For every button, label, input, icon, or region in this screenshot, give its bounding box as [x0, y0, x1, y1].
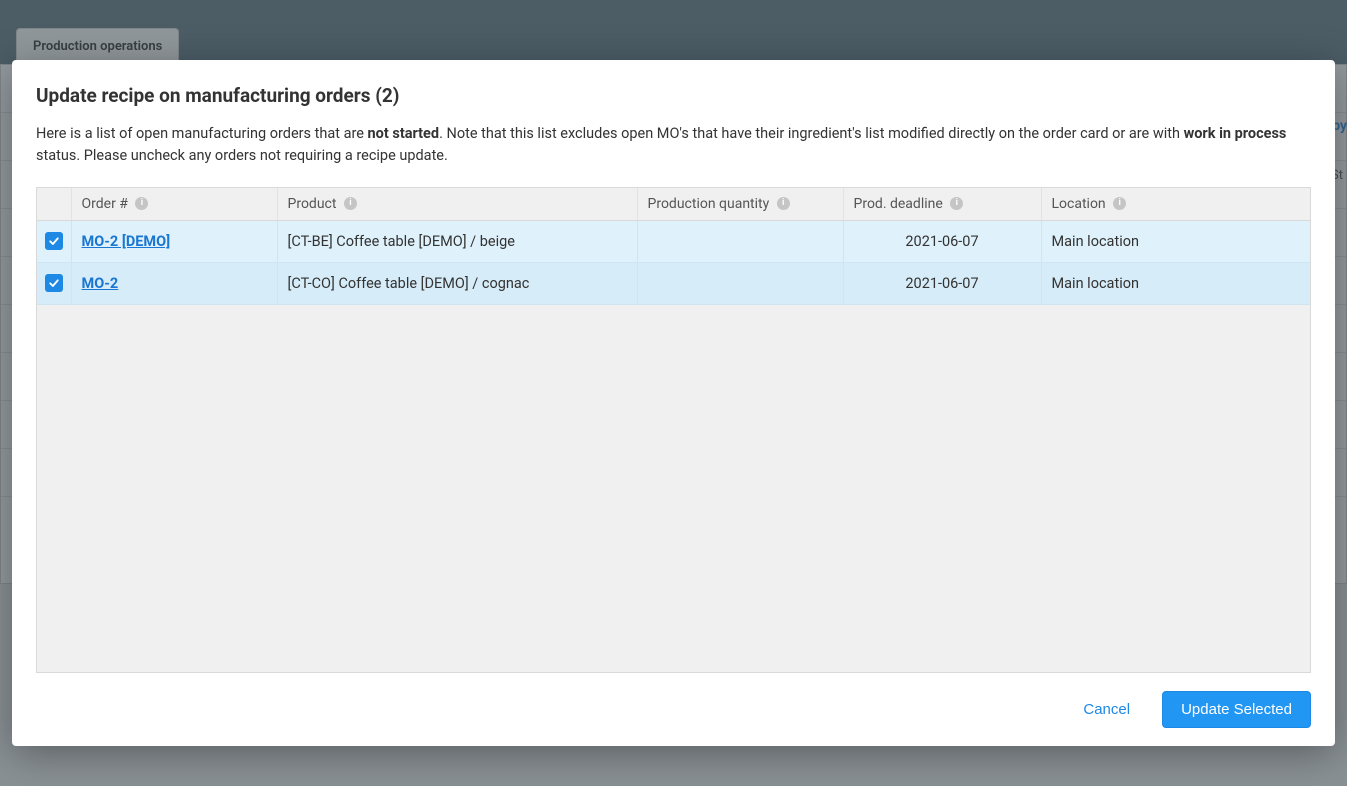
- info-icon[interactable]: i: [135, 197, 148, 210]
- row-location-cell: Main location: [1041, 220, 1310, 262]
- col-header-qty[interactable]: Production quantity i: [637, 188, 843, 221]
- table-row: MO-2 [CT-CO] Coffee table [DEMO] / cognac…: [37, 262, 1310, 304]
- row-order-cell: MO-2 [DEMO]: [71, 220, 277, 262]
- row-qty-cell: [637, 220, 843, 262]
- row-deadline-cell: 2021-06-07: [843, 220, 1041, 262]
- mo-link[interactable]: MO-2 [DEMO]: [82, 233, 171, 250]
- row-checkbox-cell: [37, 220, 71, 262]
- table-row: MO-2 [DEMO] [CT-BE] Coffee table [DEMO] /…: [37, 220, 1310, 262]
- row-qty-cell: [637, 262, 843, 304]
- update-selected-button[interactable]: Update Selected: [1162, 691, 1311, 728]
- info-icon[interactable]: i: [344, 197, 357, 210]
- row-location-cell: Main location: [1041, 262, 1310, 304]
- row-checkbox-cell: [37, 262, 71, 304]
- col-header-order[interactable]: Order # i: [71, 188, 277, 221]
- row-deadline-cell: 2021-06-07: [843, 262, 1041, 304]
- info-icon[interactable]: i: [950, 197, 963, 210]
- update-recipe-modal: Update recipe on manufacturing orders (2…: [12, 60, 1335, 746]
- col-header-deadline[interactable]: Prod. deadline i: [843, 188, 1041, 221]
- cancel-button[interactable]: Cancel: [1079, 693, 1134, 726]
- col-header-location[interactable]: Location i: [1041, 188, 1310, 221]
- row-product-cell: [CT-BE] Coffee table [DEMO] / beige: [277, 220, 637, 262]
- col-header-checkbox: [37, 188, 71, 221]
- mo-table-container: Order # i Product i Production quantity …: [36, 187, 1311, 673]
- row-checkbox[interactable]: [45, 274, 63, 292]
- mo-link[interactable]: MO-2: [82, 275, 119, 292]
- info-icon[interactable]: i: [1113, 197, 1126, 210]
- modal-footer: Cancel Update Selected: [36, 673, 1311, 728]
- col-header-product[interactable]: Product i: [277, 188, 637, 221]
- modal-description: Here is a list of open manufacturing ord…: [36, 123, 1311, 167]
- info-icon[interactable]: i: [777, 197, 790, 210]
- mo-table: Order # i Product i Production quantity …: [37, 188, 1310, 305]
- modal-title: Update recipe on manufacturing orders (2…: [36, 84, 1311, 107]
- row-order-cell: MO-2: [71, 262, 277, 304]
- row-checkbox[interactable]: [45, 232, 63, 250]
- row-product-cell: [CT-CO] Coffee table [DEMO] / cognac: [277, 262, 637, 304]
